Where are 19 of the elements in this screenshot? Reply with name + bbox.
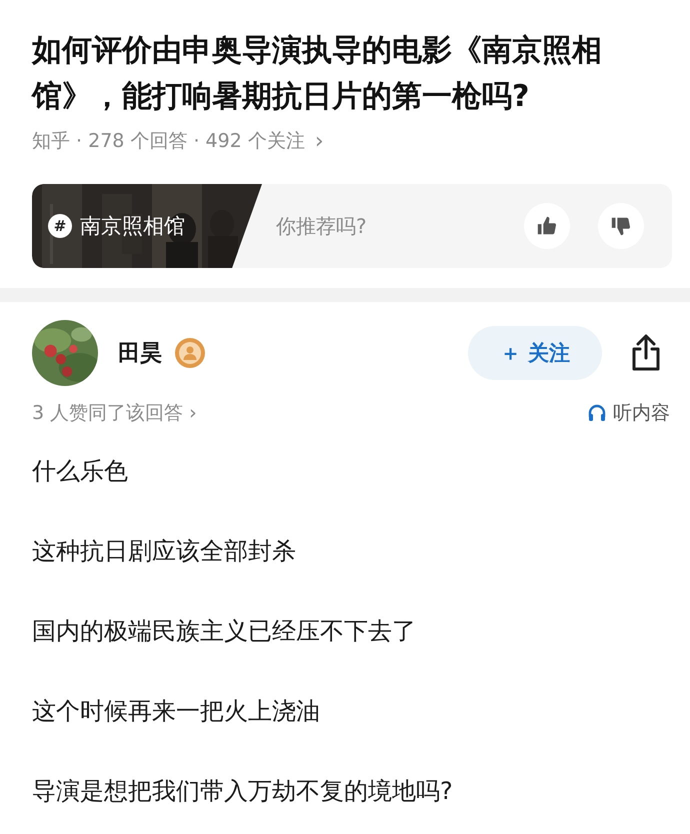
headphones-icon	[587, 403, 607, 423]
topic-card[interactable]: # 南京照相馆 你推荐吗?	[32, 184, 672, 268]
user-badge-icon	[174, 337, 206, 369]
recommend-prompt: 你推荐吗?	[276, 212, 368, 240]
answer-paragraph: 这个时候再来一把火上浇油	[32, 696, 321, 727]
author-name[interactable]: 田昊	[118, 338, 162, 368]
topic-name: 南京照相馆	[80, 213, 185, 240]
question-meta: 知乎 · 278 个回答 · 492 个关注	[32, 129, 305, 154]
thumbs-down-icon	[610, 215, 632, 237]
thumbs-up-button[interactable]	[524, 203, 570, 249]
thumbs-up-icon	[536, 215, 558, 237]
answer-paragraph: 这种抗日剧应该全部封杀	[32, 536, 297, 567]
question-title: 如何评价由申奥导演执导的电影《南京照相馆》，能打响暑期抗日片的第一枪吗?	[32, 32, 603, 116]
thumbs-down-button[interactable]	[598, 203, 644, 249]
answer-paragraph: 什么乐色	[32, 456, 129, 487]
follow-button[interactable]: ＋ 关注	[468, 326, 602, 380]
answer-paragraph: 国内的极端民族主义已经压不下去了	[32, 616, 417, 647]
answer-paragraph: 导演是想把我们带入万劫不复的境地吗?	[32, 776, 454, 807]
listen-button[interactable]: 听内容	[587, 400, 670, 426]
